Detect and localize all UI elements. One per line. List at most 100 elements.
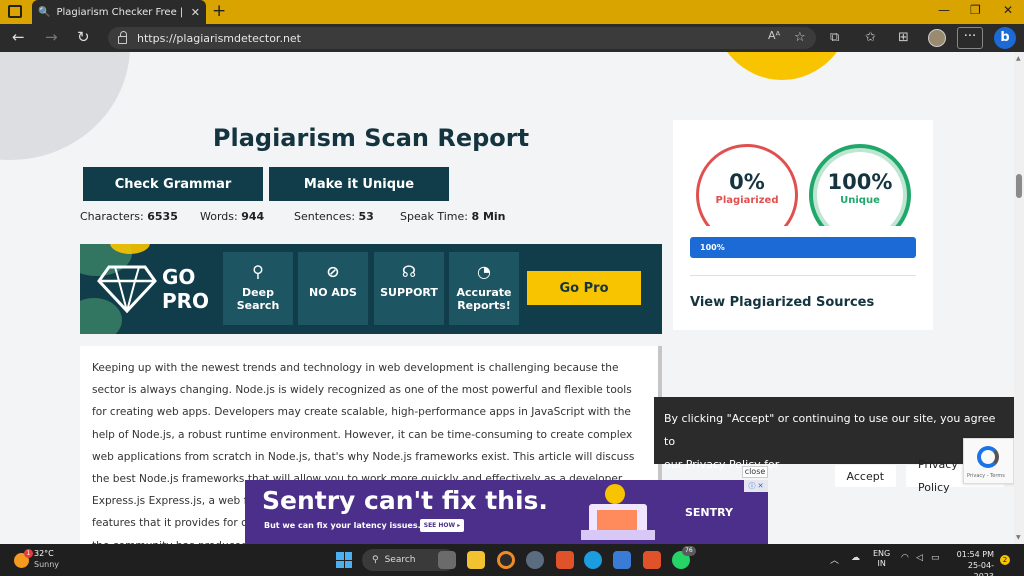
feature-support: ☊ SUPPORT	[374, 252, 444, 325]
diamond-icon	[97, 265, 157, 313]
windows-start-icon[interactable]	[336, 552, 352, 568]
result-card: 0% Plagiarized 100% Unique 100% View Pla…	[673, 120, 933, 330]
browser-tab[interactable]: 🔍 Plagiarism Checker Free | Accura ✕	[32, 0, 206, 24]
plagiarized-label: Plagiarized	[715, 195, 779, 206]
windows-taskbar: 1 32°C Sunny ⚲ Search 76 ︿ ☁ ENG IN ◠ ◁ …	[0, 544, 1024, 576]
favorite-star-icon[interactable]: ☆	[794, 30, 806, 45]
page-title: Plagiarism Scan Report	[212, 124, 530, 152]
refresh-icon[interactable]: ↻	[77, 28, 90, 46]
new-tab-icon[interactable]: +	[212, 1, 226, 21]
collections-icon[interactable]: ⊞	[898, 30, 909, 45]
taskbar-search-label: Search	[384, 555, 416, 565]
progress-fill: 100%	[690, 237, 916, 258]
ad-illustration	[581, 484, 655, 540]
unique-percent: 100%	[827, 170, 893, 194]
feature-deep-search: ⚲ Deep Search	[223, 252, 293, 325]
language-indicator[interactable]: ENG IN	[873, 549, 890, 569]
forward-icon[interactable]: →	[45, 28, 58, 46]
stat-sentences: Sentences: 53	[294, 210, 374, 223]
extensions-icon[interactable]: ⧉	[830, 30, 839, 45]
ad-close-button[interactable]: close	[742, 466, 768, 478]
magnifier-icon: ⚲	[252, 262, 264, 281]
settings-gear-icon[interactable]	[526, 551, 544, 569]
close-tab-icon[interactable]: ✕	[191, 6, 200, 19]
pie-chart-icon: ◔	[477, 262, 491, 281]
divider	[690, 275, 916, 276]
no-ads-icon: ⊘	[326, 262, 340, 281]
favorites-icon[interactable]: ✩	[865, 30, 876, 45]
unique-progress-bar: 100%	[690, 237, 916, 258]
weather-temp[interactable]: 32°C	[34, 549, 54, 558]
feature-accurate-reports: ◔ Accurate Reports!	[449, 252, 519, 325]
cookie-banner: By clicking "Accept" or continuing to us…	[654, 397, 1014, 494]
feature-no-ads: ⊘ NO ADS	[298, 252, 368, 325]
go-pro-button[interactable]: Go Pro	[527, 271, 641, 305]
zoom-icon[interactable]	[613, 551, 631, 569]
make-unique-button[interactable]: Make it Unique	[269, 167, 449, 201]
ad-see-how-button[interactable]: SEE HOW ▸	[420, 519, 464, 532]
notification-badge[interactable]: 2	[1000, 555, 1010, 565]
wifi-icon[interactable]: ◠	[901, 553, 909, 563]
scroll-thumb[interactable]	[1016, 174, 1022, 198]
sentry-logo: SENTRY	[685, 506, 733, 519]
sentry-ad[interactable]: Sentry can't fix this. But we can fix yo…	[245, 480, 768, 544]
battery-icon[interactable]: ▭	[931, 553, 940, 563]
tab-actions-icon[interactable]	[8, 5, 22, 18]
tab-title: Plagiarism Checker Free | Accura	[56, 6, 184, 18]
minimize-icon[interactable]: —	[938, 3, 950, 17]
whatsapp-badge: 76	[682, 546, 696, 556]
stat-speak-time: Speak Time: 8 Min	[400, 210, 506, 223]
volume-icon[interactable]: ◁	[916, 553, 923, 563]
magnifier-favicon-icon: 🔍	[38, 6, 51, 18]
page-scrollbar[interactable]: ▲ ▼	[1014, 52, 1024, 544]
settings-more-button[interactable]: ···	[957, 27, 983, 49]
chevron-up-icon[interactable]: ︿	[830, 553, 839, 566]
browser-tab-bar: 🔍 Plagiarism Checker Free | Accura ✕ + —…	[0, 0, 1024, 24]
recaptcha-text: Privacy - Terms	[967, 473, 1005, 479]
recaptcha-badge[interactable]: Privacy - Terms	[963, 438, 1014, 484]
recaptcha-icon	[977, 446, 999, 468]
unique-gauge: 100% Unique	[809, 144, 911, 226]
go-pro-banner: GO PRO ⚲ Deep Search ⊘ NO ADS ☊ SUPPORT …	[80, 244, 662, 334]
close-window-icon[interactable]: ✕	[1003, 3, 1013, 17]
cloud-icon[interactable]: ☁	[851, 553, 860, 563]
accept-button[interactable]: Accept	[834, 465, 897, 487]
plagiarized-gauge: 0% Plagiarized	[696, 144, 798, 226]
search-app-icon[interactable]	[497, 551, 515, 569]
web-page: Plagiarism Scan Report Check Grammar Mak…	[0, 52, 1014, 544]
plagiarized-percent: 0%	[729, 170, 765, 194]
stat-characters: Characters: 6535	[80, 210, 178, 223]
lock-icon	[118, 31, 127, 44]
task-view-icon[interactable]	[438, 551, 456, 569]
check-grammar-button[interactable]: Check Grammar	[83, 167, 263, 201]
ad-subtext: But we can fix your latency issues.	[264, 521, 421, 530]
headset-icon: ☊	[401, 262, 417, 281]
back-icon[interactable]: ←	[12, 28, 25, 46]
unique-label: Unique	[840, 195, 880, 206]
weather-badge: 1	[24, 549, 33, 558]
bing-icon[interactable]: b	[994, 27, 1016, 49]
go-pro-text: GO PRO	[162, 265, 210, 313]
file-explorer-icon[interactable]	[467, 551, 485, 569]
ad-headline: Sentry can't fix this.	[262, 486, 548, 515]
profile-avatar[interactable]	[928, 29, 946, 47]
edge-browser-icon[interactable]	[584, 551, 602, 569]
weather-desc[interactable]: Sunny	[34, 560, 59, 569]
restore-icon[interactable]: ❐	[970, 3, 981, 17]
cookie-text: By clicking "Accept" or continuing to us…	[664, 412, 996, 448]
text-stats: Characters: 6535 Words: 944 Sentences: 5…	[80, 210, 662, 226]
scroll-down-icon[interactable]: ▼	[1016, 534, 1021, 541]
search-icon: ⚲	[372, 555, 379, 565]
scroll-up-icon[interactable]: ▲	[1016, 55, 1021, 62]
read-aloud-icon[interactable]: Aᴬ	[768, 29, 780, 42]
clock[interactable]: 01:54 PM 25-04-2023	[948, 549, 994, 576]
address-field[interactable]: https://plagiarismdetector.net	[108, 27, 816, 49]
brave-browser-icon[interactable]	[556, 551, 574, 569]
url-text: https://plagiarismdetector.net	[137, 31, 301, 45]
ad-choices-icon[interactable]: ⓘ ✕	[744, 480, 768, 492]
stat-words: Words: 944	[200, 210, 265, 223]
view-plagiarized-sources[interactable]: View Plagiarized Sources	[690, 295, 874, 310]
decorative-yellow-circle	[712, 52, 852, 80]
address-bar-row: ← → ↻ https://plagiarismdetector.net Aᴬ …	[0, 24, 1024, 52]
brave-browser-icon-2[interactable]	[643, 551, 661, 569]
